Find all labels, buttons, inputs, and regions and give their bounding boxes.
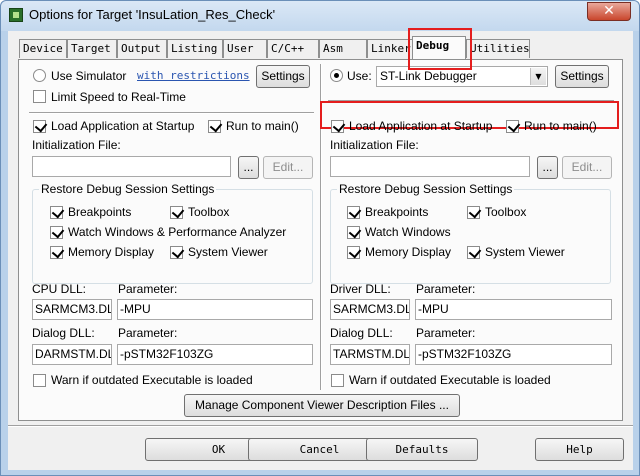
left-warn-checkbox[interactable] <box>33 374 46 387</box>
right-memory-checkbox[interactable] <box>347 246 360 259</box>
left-system-viewer-label[interactable]: System Viewer <box>188 245 268 259</box>
title-bar[interactable]: Options for Target 'InsuLation_Res_Check… <box>1 1 639 31</box>
tab-c-cpp[interactable]: C/C++ <box>267 39 319 58</box>
tab-user[interactable]: User <box>223 39 267 58</box>
help-button[interactable]: Help <box>535 438 624 461</box>
left-edit-button[interactable]: Edit... <box>263 156 313 179</box>
left-dialog-param-label: Parameter: <box>118 326 178 340</box>
use-simulator-radio[interactable] <box>33 69 46 82</box>
left-load-app-label[interactable]: Load Application at Startup <box>51 119 194 133</box>
left-restore-group: Restore Debug Session Settings Breakpoin… <box>32 182 313 284</box>
debug-tab-highlight-box <box>408 28 472 70</box>
right-restore-group: Restore Debug Session Settings Breakpoin… <box>330 182 611 284</box>
right-toolbox-label[interactable]: Toolbox <box>485 205 526 219</box>
driver-param-input[interactable]: -MPU <box>415 299 612 320</box>
right-toolbox-checkbox[interactable] <box>467 206 480 219</box>
left-browse-button[interactable]: ... <box>238 156 259 179</box>
left-run-to-main-checkbox[interactable] <box>208 120 221 133</box>
left-breakpoints-label[interactable]: Breakpoints <box>68 205 131 219</box>
left-watch-label[interactable]: Watch Windows & Performance Analyzer <box>68 225 286 239</box>
limit-speed-label[interactable]: Limit Speed to Real-Time <box>51 90 186 104</box>
driver-dll-label: Driver DLL: <box>330 282 391 296</box>
left-toolbox-checkbox[interactable] <box>170 206 183 219</box>
left-dialog-param-input[interactable]: -pSTM32F103ZG <box>117 344 313 365</box>
tab-output[interactable]: Output <box>117 39 167 58</box>
right-restore-group-title: Restore Debug Session Settings <box>337 182 515 196</box>
with-restrictions-link[interactable]: with restrictions <box>137 69 250 82</box>
right-dialog-dll-input[interactable]: TARMSTM.DLL <box>330 344 410 365</box>
right-system-viewer-checkbox[interactable] <box>467 246 480 259</box>
right-watch-checkbox[interactable] <box>347 226 360 239</box>
right-run-to-main-checkbox[interactable] <box>506 120 519 133</box>
right-breakpoints-label[interactable]: Breakpoints <box>365 205 428 219</box>
right-warn-checkbox[interactable] <box>331 374 344 387</box>
left-load-app-checkbox[interactable] <box>33 120 46 133</box>
left-memory-label[interactable]: Memory Display <box>68 245 154 259</box>
right-init-file-label: Initialization File: <box>330 138 419 152</box>
right-dialog-param-label: Parameter: <box>416 326 476 340</box>
cpu-dll-label: CPU DLL: <box>32 282 87 296</box>
left-breakpoints-checkbox[interactable] <box>50 206 63 219</box>
debugger-select-value: ST-Link Debugger <box>380 69 477 83</box>
options-dialog: Options for Target 'InsuLation_Res_Check… <box>0 0 640 476</box>
right-dialog-dll-label: Dialog DLL: <box>330 326 393 340</box>
right-memory-label[interactable]: Memory Display <box>365 245 451 259</box>
keil-app-icon <box>9 8 23 22</box>
close-button[interactable]: ✕ <box>587 2 631 21</box>
right-load-app-label[interactable]: Load Application at Startup <box>349 119 492 133</box>
right-dialog-param-input[interactable]: -pSTM32F103ZG <box>415 344 612 365</box>
right-browse-button[interactable]: ... <box>537 156 558 179</box>
use-simulator-label[interactable]: Use Simulator <box>51 69 126 83</box>
left-system-viewer-checkbox[interactable] <box>170 246 183 259</box>
tab-device[interactable]: Device <box>19 39 67 58</box>
driver-dll-input[interactable]: SARMCM3.DLL <box>330 299 410 320</box>
left-watch-checkbox[interactable] <box>50 226 63 239</box>
right-watch-label[interactable]: Watch Windows <box>365 225 451 239</box>
right-breakpoints-checkbox[interactable] <box>347 206 360 219</box>
left-run-to-main-label[interactable]: Run to main() <box>226 119 299 133</box>
right-system-viewer-label[interactable]: System Viewer <box>485 245 565 259</box>
defaults-button[interactable]: Defaults <box>366 438 478 461</box>
left-init-file-input[interactable] <box>32 156 231 177</box>
right-warn-label[interactable]: Warn if outdated Executable is loaded <box>349 373 551 387</box>
debugger-settings-button[interactable]: Settings <box>555 65 609 88</box>
cpu-param-input[interactable]: -MPU <box>117 299 313 320</box>
limit-speed-checkbox[interactable] <box>33 90 46 103</box>
simulator-settings-button[interactable]: Settings <box>256 65 310 88</box>
driver-param-label: Parameter: <box>416 282 476 296</box>
right-init-file-input[interactable] <box>330 156 530 177</box>
cpu-dll-input[interactable]: SARMCM3.DLL <box>32 299 112 320</box>
right-load-app-checkbox[interactable] <box>331 120 344 133</box>
use-label[interactable]: Use: <box>347 69 372 83</box>
tab-target[interactable]: Target <box>67 39 117 58</box>
manage-component-viewer-button[interactable]: Manage Component Viewer Description File… <box>184 394 460 417</box>
right-run-to-main-label[interactable]: Run to main() <box>524 119 597 133</box>
dialog-client-area: Device Target Output Listing User C/C++ … <box>8 28 633 470</box>
left-toolbox-label[interactable]: Toolbox <box>188 205 229 219</box>
right-edit-button[interactable]: Edit... <box>562 156 612 179</box>
tab-listing[interactable]: Listing <box>167 39 223 58</box>
cpu-param-label: Parameter: <box>118 282 178 296</box>
left-memory-checkbox[interactable] <box>50 246 63 259</box>
debug-page: Use Simulator with restrictions Settings… <box>18 59 623 421</box>
chevron-down-icon[interactable]: ▼ <box>530 68 546 85</box>
left-dialog-dll-label: Dialog DLL: <box>32 326 95 340</box>
left-restore-group-title: Restore Debug Session Settings <box>39 182 217 196</box>
left-dialog-dll-input[interactable]: DARMSTM.DLL <box>32 344 112 365</box>
footer-separator <box>8 425 633 427</box>
use-debugger-radio[interactable] <box>330 69 343 82</box>
tab-asm[interactable]: Asm <box>319 39 367 58</box>
left-separator <box>29 112 314 114</box>
left-init-file-label: Initialization File: <box>32 138 121 152</box>
left-warn-label[interactable]: Warn if outdated Executable is loaded <box>51 373 253 387</box>
window-title: Options for Target 'InsuLation_Res_Check… <box>29 7 276 22</box>
tab-utilities[interactable]: Utilities <box>466 39 530 58</box>
